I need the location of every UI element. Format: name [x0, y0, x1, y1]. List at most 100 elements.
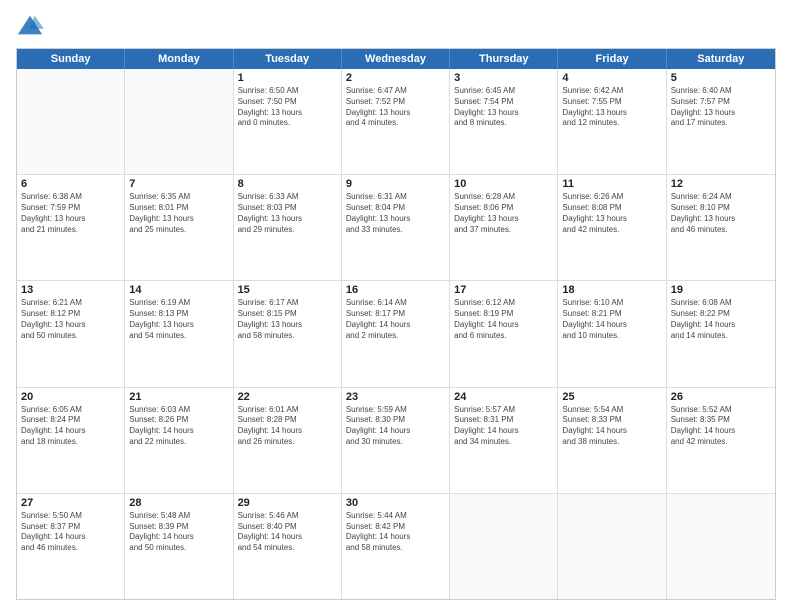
calendar-cell: 25Sunrise: 5:54 AM Sunset: 8:33 PM Dayli… — [558, 388, 666, 493]
cell-content: Sunrise: 6:19 AM Sunset: 8:13 PM Dayligh… — [129, 298, 228, 341]
cal-header-day: Saturday — [667, 49, 775, 69]
page: SundayMondayTuesdayWednesdayThursdayFrid… — [0, 0, 792, 612]
logo — [16, 12, 48, 40]
day-number: 17 — [454, 284, 553, 296]
calendar-cell: 27 Sunrise: 5:50 AM Sunset: 8:37 PM Dayli… — [17, 494, 125, 599]
calendar-cell: 21 Sunrise: 6:03 AM Sunset: 8:26 PM Dayli… — [125, 388, 233, 493]
calendar-cell: 13 Sunrise: 6:21 AM Sunset: 8:12 PM Dayli… — [17, 281, 125, 386]
calendar-cell: 2 Sunrise: 6:47 AM Sunset: 7:52 PM Daylig… — [342, 69, 450, 174]
day-number: 26 — [671, 391, 771, 403]
calendar-cell: 29 Sunrise: 5:46 AM Sunset: 8:40 PM Dayli… — [234, 494, 342, 599]
calendar-cell: 15 Sunrise: 6:17 AM Sunset: 8:15 PM Dayli… — [234, 281, 342, 386]
cal-header-day: Tuesday — [234, 49, 342, 69]
calendar-cell — [125, 69, 233, 174]
calendar-cell: 16 Sunrise: 6:14 AM Sunset: 8:17 PM Dayli… — [342, 281, 450, 386]
cell-content: Sunrise: 6:12 AM Sunset: 8:19 PM Dayligh… — [454, 298, 553, 341]
calendar-row: 6 Sunrise: 6:38 AM Sunset: 7:59 PM Daylig… — [17, 175, 775, 281]
calendar-cell: 10 Sunrise: 6:28 AM Sunset: 8:06 PM Dayli… — [450, 175, 558, 280]
calendar-cell: 4 Sunrise: 6:42 AM Sunset: 7:55 PM Daylig… — [558, 69, 666, 174]
day-number: 1 — [238, 72, 337, 84]
day-number: 27 — [21, 497, 120, 509]
cell-content: Sunrise: 6:03 AM Sunset: 8:26 PM Dayligh… — [129, 405, 228, 448]
cell-content: Sunrise: 5:59 AM Sunset: 8:30 PM Dayligh… — [346, 405, 445, 448]
day-number: 20 — [21, 391, 120, 403]
day-number: 23 — [346, 391, 445, 403]
day-number: 14 — [129, 284, 228, 296]
day-number: 15 — [238, 284, 337, 296]
day-number: 6 — [21, 178, 120, 190]
cell-content: Sunrise: 6:24 AM Sunset: 8:10 PM Dayligh… — [671, 192, 771, 235]
calendar-cell: 11 Sunrise: 6:26 AM Sunset: 8:08 PM Dayli… — [558, 175, 666, 280]
day-number: 5 — [671, 72, 771, 84]
day-number: 29 — [238, 497, 337, 509]
cal-header-day: Sunday — [17, 49, 125, 69]
cell-content: Sunrise: 6:21 AM Sunset: 8:12 PM Dayligh… — [21, 298, 120, 341]
cell-content: Sunrise: 6:14 AM Sunset: 8:17 PM Dayligh… — [346, 298, 445, 341]
cell-content: Sunrise: 5:46 AM Sunset: 8:40 PM Dayligh… — [238, 511, 337, 554]
day-number: 19 — [671, 284, 771, 296]
calendar-cell: 5Sunrise: 6:40 AM Sunset: 7:57 PM Daylig… — [667, 69, 775, 174]
cell-content: Sunrise: 5:48 AM Sunset: 8:39 PM Dayligh… — [129, 511, 228, 554]
cell-content: Sunrise: 6:35 AM Sunset: 8:01 PM Dayligh… — [129, 192, 228, 235]
cell-content: Sunrise: 5:44 AM Sunset: 8:42 PM Dayligh… — [346, 511, 445, 554]
cell-content: Sunrise: 6:38 AM Sunset: 7:59 PM Dayligh… — [21, 192, 120, 235]
calendar-cell: 20 Sunrise: 6:05 AM Sunset: 8:24 PM Dayli… — [17, 388, 125, 493]
day-number: 13 — [21, 284, 120, 296]
day-number: 24 — [454, 391, 553, 403]
cell-content: Sunrise: 6:01 AM Sunset: 8:28 PM Dayligh… — [238, 405, 337, 448]
cell-content: Sunrise: 6:47 AM Sunset: 7:52 PM Dayligh… — [346, 86, 445, 129]
cell-content: Sunrise: 5:57 AM Sunset: 8:31 PM Dayligh… — [454, 405, 553, 448]
calendar-cell: 28 Sunrise: 5:48 AM Sunset: 8:39 PM Dayli… — [125, 494, 233, 599]
day-number: 16 — [346, 284, 445, 296]
calendar-cell: 7 Sunrise: 6:35 AM Sunset: 8:01 PM Daylig… — [125, 175, 233, 280]
calendar-row: 20 Sunrise: 6:05 AM Sunset: 8:24 PM Dayli… — [17, 388, 775, 494]
day-number: 11 — [562, 178, 661, 190]
cell-content: Sunrise: 5:50 AM Sunset: 8:37 PM Dayligh… — [21, 511, 120, 554]
day-number: 12 — [671, 178, 771, 190]
cell-content: Sunrise: 6:28 AM Sunset: 8:06 PM Dayligh… — [454, 192, 553, 235]
calendar-cell: 17 Sunrise: 6:12 AM Sunset: 8:19 PM Dayli… — [450, 281, 558, 386]
day-number: 9 — [346, 178, 445, 190]
calendar-cell: 19 Sunrise: 6:08 AM Sunset: 8:22 PM Dayli… — [667, 281, 775, 386]
day-number: 4 — [562, 72, 661, 84]
day-number: 28 — [129, 497, 228, 509]
calendar-cell: 23 Sunrise: 5:59 AM Sunset: 8:30 PM Dayli… — [342, 388, 450, 493]
cell-content: Sunrise: 6:45 AM Sunset: 7:54 PM Dayligh… — [454, 86, 553, 129]
calendar-row: 27 Sunrise: 5:50 AM Sunset: 8:37 PM Dayli… — [17, 494, 775, 599]
day-number: 21 — [129, 391, 228, 403]
day-number: 22 — [238, 391, 337, 403]
calendar-cell — [667, 494, 775, 599]
cell-content: Sunrise: 6:31 AM Sunset: 8:04 PM Dayligh… — [346, 192, 445, 235]
calendar-cell: 6 Sunrise: 6:38 AM Sunset: 7:59 PM Daylig… — [17, 175, 125, 280]
day-number: 25 — [562, 391, 661, 403]
cell-content: Sunrise: 6:08 AM Sunset: 8:22 PM Dayligh… — [671, 298, 771, 341]
calendar-row: 1Sunrise: 6:50 AM Sunset: 7:50 PM Daylig… — [17, 69, 775, 175]
day-number: 3 — [454, 72, 553, 84]
cal-header-day: Wednesday — [342, 49, 450, 69]
cell-content: Sunrise: 6:10 AM Sunset: 8:21 PM Dayligh… — [562, 298, 661, 341]
cell-content: Sunrise: 6:26 AM Sunset: 8:08 PM Dayligh… — [562, 192, 661, 235]
calendar-cell: 3 Sunrise: 6:45 AM Sunset: 7:54 PM Daylig… — [450, 69, 558, 174]
calendar-cell — [450, 494, 558, 599]
calendar-cell: 18 Sunrise: 6:10 AM Sunset: 8:21 PM Dayli… — [558, 281, 666, 386]
calendar: SundayMondayTuesdayWednesdayThursdayFrid… — [16, 48, 776, 600]
calendar-row: 13 Sunrise: 6:21 AM Sunset: 8:12 PM Dayli… — [17, 281, 775, 387]
day-number: 2 — [346, 72, 445, 84]
cell-content: Sunrise: 6:05 AM Sunset: 8:24 PM Dayligh… — [21, 405, 120, 448]
day-number: 10 — [454, 178, 553, 190]
cell-content: Sunrise: 6:33 AM Sunset: 8:03 PM Dayligh… — [238, 192, 337, 235]
calendar-cell: 12 Sunrise: 6:24 AM Sunset: 8:10 PM Dayli… — [667, 175, 775, 280]
calendar-cell — [17, 69, 125, 174]
cal-header-day: Thursday — [450, 49, 558, 69]
header — [16, 12, 776, 40]
cell-content: Sunrise: 6:42 AM Sunset: 7:55 PM Dayligh… — [562, 86, 661, 129]
day-number: 18 — [562, 284, 661, 296]
calendar-cell: 9 Sunrise: 6:31 AM Sunset: 8:04 PM Daylig… — [342, 175, 450, 280]
calendar-cell: 22 Sunrise: 6:01 AM Sunset: 8:28 PM Dayli… — [234, 388, 342, 493]
calendar-cell: 8Sunrise: 6:33 AM Sunset: 8:03 PM Daylig… — [234, 175, 342, 280]
day-number: 7 — [129, 178, 228, 190]
calendar-body: 1Sunrise: 6:50 AM Sunset: 7:50 PM Daylig… — [17, 69, 775, 599]
logo-icon — [16, 12, 44, 40]
calendar-cell: 26Sunrise: 5:52 AM Sunset: 8:35 PM Dayli… — [667, 388, 775, 493]
cell-content: Sunrise: 6:17 AM Sunset: 8:15 PM Dayligh… — [238, 298, 337, 341]
